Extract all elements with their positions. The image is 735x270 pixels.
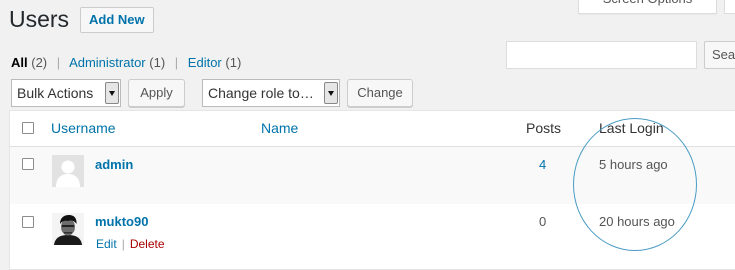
person-silhouette-icon <box>52 155 84 187</box>
row-actions: Edit | Delete <box>96 236 165 252</box>
change-role-button[interactable]: Change <box>347 79 413 107</box>
column-last-login[interactable]: Last Login <box>599 119 664 137</box>
user-photo-icon <box>52 213 84 245</box>
filter-separator: | <box>174 55 179 70</box>
search-users-input[interactable] <box>506 41 697 69</box>
filter-all-count: (2) <box>31 55 48 70</box>
row-checkbox[interactable] <box>22 216 34 228</box>
user-role-filter: All (2) | Administrator (1) | Editor (1) <box>11 54 241 72</box>
user-mukto90-link[interactable]: mukto90 <box>95 213 148 231</box>
add-new-button[interactable]: Add New <box>80 7 154 33</box>
chevron-down-icon <box>105 82 119 104</box>
change-role-selected: Change role to… <box>208 85 314 101</box>
filter-separator: | <box>56 55 61 70</box>
row-checkbox[interactable] <box>22 158 34 170</box>
action-separator: | <box>121 237 125 251</box>
page-title: Users <box>9 6 70 32</box>
search-users-button[interactable]: Sea <box>704 41 735 69</box>
column-posts: Posts <box>526 120 562 136</box>
delete-user-link[interactable]: Delete <box>130 237 165 251</box>
bulk-actions-selected: Bulk Actions <box>17 85 94 101</box>
chevron-down-icon <box>324 82 338 104</box>
column-username[interactable]: Username <box>51 119 116 137</box>
filter-administrator-count: (1) <box>149 55 166 70</box>
apply-button[interactable]: Apply <box>128 79 185 107</box>
edit-user-link[interactable]: Edit <box>96 237 117 251</box>
filter-all[interactable]: All <box>11 55 28 70</box>
user-admin-link[interactable]: admin <box>95 156 133 174</box>
screen-options-button[interactable]: Screen Options <box>578 0 717 14</box>
user-admin-last-login: 5 hours ago <box>599 157 668 172</box>
user-admin-posts-link[interactable]: 4 <box>539 156 546 174</box>
filter-editor-count: (1) <box>225 55 242 70</box>
column-name[interactable]: Name <box>261 119 298 137</box>
filter-editor[interactable]: Editor <box>188 55 222 70</box>
change-role-select[interactable]: Change role to… <box>202 79 340 107</box>
bulk-actions-select[interactable]: Bulk Actions <box>11 79 121 107</box>
filter-administrator[interactable]: Administrator <box>69 55 146 70</box>
select-all-checkbox[interactable] <box>22 122 34 134</box>
user-mukto90-last-login: 20 hours ago <box>599 214 675 229</box>
user-mukto90-posts: 0 <box>539 214 547 229</box>
help-tab-button[interactable] <box>724 0 735 14</box>
